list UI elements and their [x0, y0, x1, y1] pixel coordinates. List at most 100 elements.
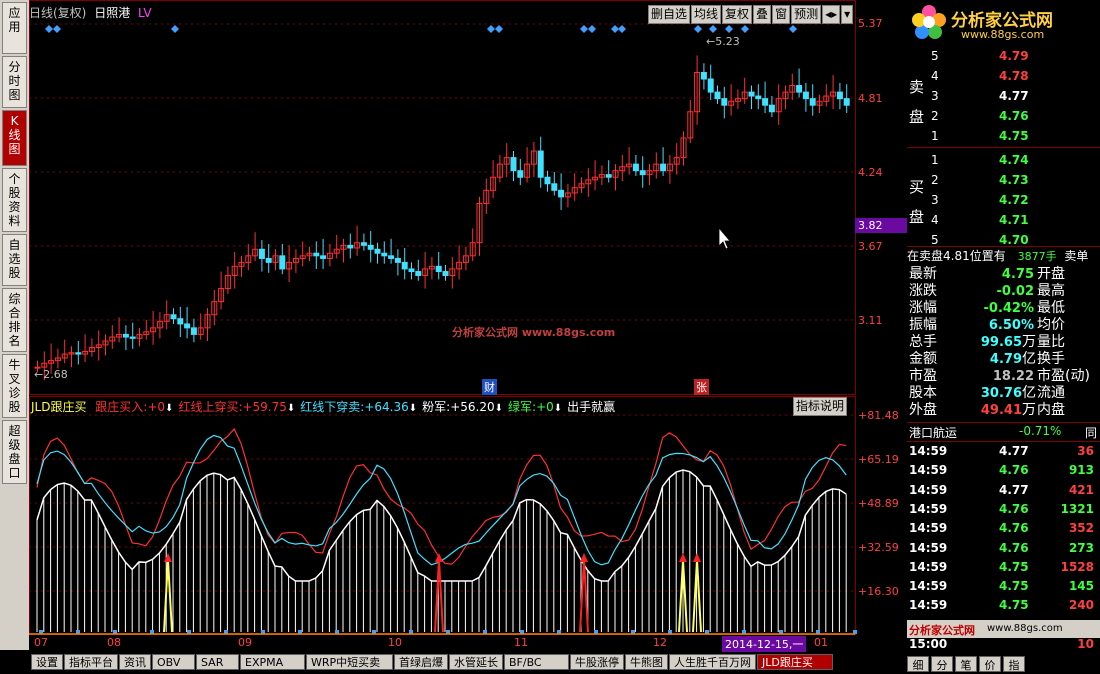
pan-arrows-icon[interactable]: ◂▸	[822, 5, 841, 24]
tick-time: 14:59	[909, 444, 948, 458]
tab-watchlist[interactable]: 自选股	[2, 234, 27, 286]
bottom-tab[interactable]: SAR	[196, 654, 239, 670]
lv-label[interactable]: LV	[138, 6, 152, 20]
indicator-header: JLD跟庄买 跟庄买入:+0⬇ 红线上穿买:+59.75⬇ 红线下穿卖:+64.36…	[31, 398, 615, 415]
event-zhang[interactable]: 张	[694, 379, 709, 395]
bottom-tab[interactable]: 首绿启爆	[394, 654, 448, 670]
bottom-tab[interactable]: EXPMA	[240, 654, 305, 670]
right-tab[interactable]: 笔	[955, 656, 977, 672]
current-price-marker: 3.82	[855, 218, 907, 233]
price-tick: 5.37	[858, 17, 883, 30]
bottom-tab[interactable]: BF/BC	[504, 654, 569, 670]
price-tick: 4.81	[858, 92, 883, 105]
left-tab-bar: 应用 分时图 K线图 个股资料 自选股 综合排名 牛叉诊股 超级盘口	[0, 0, 29, 650]
price-tick: 4.24	[858, 166, 883, 179]
tick-time: 14:59	[909, 598, 948, 613]
logo-area: 分析家公式网 www.88gs.com	[907, 0, 1100, 46]
tick-price: 4.76	[999, 501, 1029, 516]
tab-intraday[interactable]: 分时图	[2, 56, 27, 108]
quote-label: 股本	[909, 385, 937, 401]
tick-time: 14:59	[909, 559, 948, 574]
ask-row[interactable]: 4 4.78	[907, 66, 1100, 86]
tab-stock-info[interactable]: 个股资料	[2, 168, 27, 232]
tick-price: 4.77	[999, 444, 1029, 458]
tick-volume: 145	[1068, 579, 1094, 594]
right-tab[interactable]: 指	[1003, 656, 1025, 672]
info-a: 在卖盘	[907, 249, 944, 263]
tab-diagnosis[interactable]: 牛叉诊股	[2, 354, 27, 418]
bottom-tab[interactable]: 牛股涨停	[570, 654, 624, 670]
indicator-item: 绿军:+0⬇	[508, 400, 562, 414]
indicator-item: 红线下穿卖:+64.36⬇	[300, 400, 417, 414]
quote-row: 市盈 18.22 市盈(动)	[907, 368, 1100, 385]
down-arrow-icon: ⬇	[408, 403, 418, 414]
sector-tail: 同	[1085, 426, 1098, 440]
indicator-name[interactable]: JLD跟庄买	[31, 400, 86, 414]
bid-row[interactable]: 4 4.71	[907, 210, 1100, 230]
ma-button[interactable]: 均线	[691, 5, 722, 24]
quote-label: 最新	[909, 266, 937, 282]
tick-row: 14:59 4.76 913	[907, 461, 1100, 480]
tick-volume: 36	[1077, 444, 1094, 458]
remove-watchlist-button[interactable]: 删自选	[648, 5, 691, 24]
bottom-tab[interactable]: 指标平台	[64, 654, 118, 670]
bottom-tab[interactable]: JLD跟庄买	[757, 654, 833, 670]
quote-panel: 分析家公式网 www.88gs.com 5 4.79 4 4.78 3 4.77 2 4.76…	[907, 0, 1100, 674]
event-cai[interactable]: 财	[482, 379, 497, 395]
quote-row: 总手 99.65 万量比	[907, 334, 1100, 351]
bid-row[interactable]: 3 4.72	[907, 190, 1100, 210]
forecast-button[interactable]: 预测	[791, 5, 822, 24]
level: 2	[931, 173, 939, 187]
indicator-item-value: +64.36	[364, 400, 409, 414]
promo-banner: 分析家公式网 www.88gs.com	[907, 620, 1100, 638]
level: 4	[931, 213, 939, 227]
dropdown-icon[interactable]: ▾	[841, 5, 854, 24]
bottom-tab[interactable]: 人生胜千百万网	[669, 654, 756, 670]
level-price: 4.72	[999, 193, 1029, 207]
flower-logo-icon	[911, 4, 947, 40]
bottom-tab[interactable]: 水管延长	[449, 654, 503, 670]
quote-unit: 万	[1022, 334, 1036, 350]
indicator-help-button[interactable]: 指标说明	[793, 397, 848, 416]
window-button[interactable]: 窗	[772, 5, 791, 24]
indicator-item-label: 粉军:	[422, 400, 451, 414]
overlay-button[interactable]: 叠	[753, 5, 772, 24]
indicator-tick: +81.48	[858, 409, 899, 422]
ask-row[interactable]: 3 4.77	[907, 86, 1100, 106]
bid-row[interactable]: 1 4.74	[907, 150, 1100, 170]
indicator-item-label: 跟庄买入:	[95, 400, 148, 414]
bottom-tab[interactable]: 牛熊图	[625, 654, 668, 670]
ask-row[interactable]: 1 4.75	[907, 126, 1100, 146]
level-price: 4.77	[999, 89, 1029, 103]
right-tab[interactable]: 价	[979, 656, 1001, 672]
tab-apps[interactable]: 应用	[2, 2, 27, 54]
bottom-tab[interactable]: WRP中短买卖	[306, 654, 393, 670]
quote-row: 涨跌 -0.02 最高	[907, 283, 1100, 300]
right-tab[interactable]: 细	[907, 656, 929, 672]
candlesticks	[34, 55, 850, 381]
right-tab[interactable]: 分	[931, 656, 953, 672]
tab-ranking[interactable]: 综合排名	[2, 288, 27, 352]
tick-volume: 1321	[1060, 501, 1094, 516]
restore-rights-button[interactable]: 复权	[722, 5, 753, 24]
order-info-line: 在卖盘4.81位置有 3877手 卖单	[907, 247, 1100, 264]
ask-row[interactable]: 5 4.79	[907, 46, 1100, 66]
indicator-item-label: 红线上穿买:	[178, 400, 243, 414]
sector-change: -0.71%	[1019, 424, 1062, 438]
price-tick: 3.67	[858, 240, 883, 253]
logo-url: www.88gs.com	[961, 28, 1045, 41]
bid-row[interactable]: 2 4.73	[907, 170, 1100, 190]
level: 3	[931, 193, 939, 207]
ask-row[interactable]: 2 4.76	[907, 106, 1100, 126]
bottom-tab[interactable]: OBV	[152, 654, 195, 670]
tab-kline[interactable]: K线图	[2, 110, 27, 166]
quote-right-label: 市盈(动)	[1037, 368, 1090, 384]
period-label[interactable]: 日线(复权)	[29, 6, 86, 20]
sector-row[interactable]: 港口航运 -0.71% 同	[907, 422, 1100, 442]
buy-label: 买盘	[909, 178, 925, 226]
tab-super-panel[interactable]: 超级盘口	[2, 420, 27, 484]
indicator-tick: +32.59	[858, 541, 899, 554]
bottom-tab[interactable]: 设置	[31, 654, 63, 670]
bottom-tab[interactable]: 资讯	[119, 654, 151, 670]
level: 3	[931, 89, 939, 103]
